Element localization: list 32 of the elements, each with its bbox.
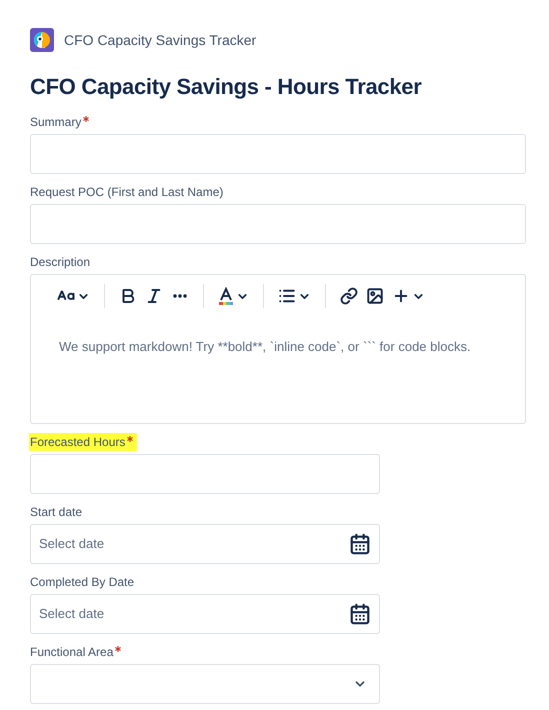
app-name: CFO Capacity Savings Tracker [64,30,256,50]
select-field[interactable] [30,664,380,704]
field-label: Summary [30,113,90,131]
form-title: CFO Capacity Savings - Hours Tracker [30,73,422,101]
calendar-icon[interactable] [349,533,371,555]
date-field[interactable]: Select date [30,594,380,634]
text-field[interactable] [30,134,526,174]
text-color-icon [218,287,234,305]
field-label: Completed By Date [30,574,134,591]
link-icon [340,287,358,305]
text-field[interactable] [30,204,526,244]
date-placeholder: Select date [39,605,104,624]
field-label: Request POC (First and Last Name) [30,184,224,201]
list-icon [278,287,296,305]
editor-placeholder: We support markdown! Try **bold**, `inline code`, or ``` for code blocks. [59,338,472,356]
text-field[interactable] [30,454,380,494]
rich-text-editor[interactable]: We support markdown! Try **bold**, `inline code`, or ``` for code blocks. [30,274,526,424]
field-label: Description [30,254,90,271]
calendar-icon[interactable] [349,603,371,625]
field-label: Forecasted Hours [29,433,138,451]
more-icon [173,294,187,298]
image-icon [366,287,384,305]
required-icon [115,646,122,652]
date-placeholder: Select date [39,535,104,554]
required-icon [127,436,134,442]
app-logo-icon [30,28,54,52]
italic-icon [145,287,163,305]
field-label: Start date [30,504,82,521]
required-icon [83,116,90,122]
insert-icon [392,287,410,305]
date-field[interactable]: Select date [30,524,380,564]
field-label: Functional Area [30,643,122,661]
